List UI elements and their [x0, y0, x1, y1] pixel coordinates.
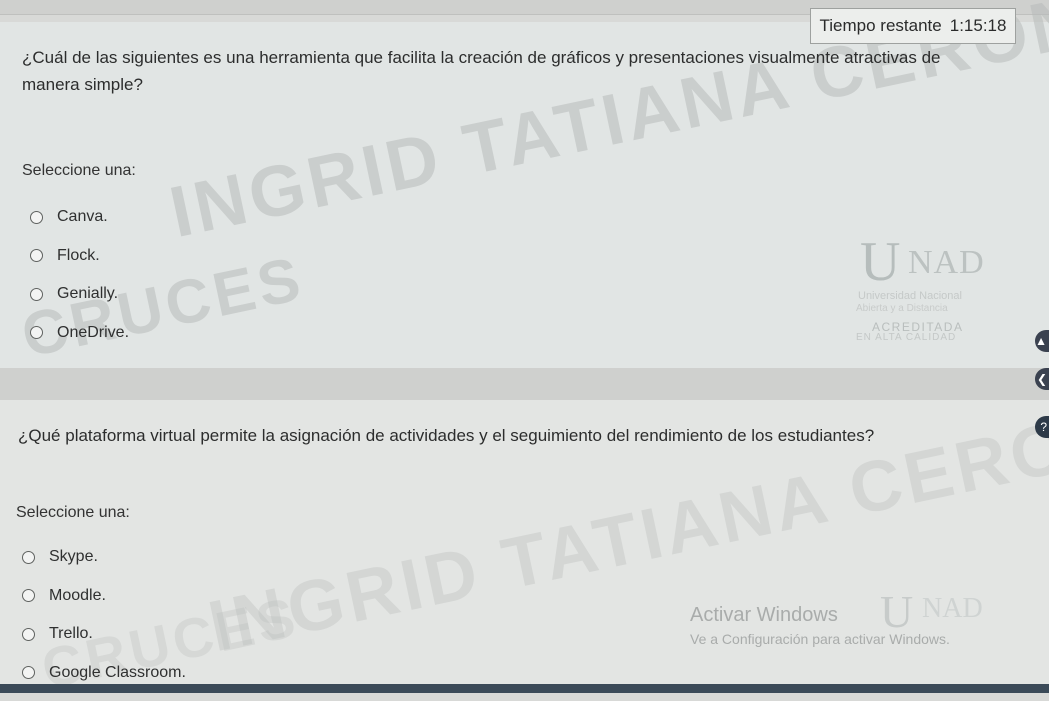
radio-button[interactable]: [22, 666, 35, 680]
option-label: OneDrive.: [57, 323, 130, 341]
radio-button[interactable]: [22, 550, 35, 564]
option-flock[interactable]: Flock.: [30, 237, 129, 276]
logo-quality: EN ALTA CALIDAD: [856, 332, 957, 343]
logo-university: Universidad Nacional: [858, 290, 962, 302]
option-label: Canva.: [57, 208, 108, 226]
question-2-prompt: Seleccione una:: [16, 504, 130, 521]
logo-accredited: ACREDITADA: [872, 320, 964, 334]
option-label: Flock.: [57, 246, 100, 264]
logo-subtitle: Abierta y a Distancia: [856, 303, 948, 314]
option-skype[interactable]: Skype.: [22, 538, 186, 577]
timer-value: 1:15:18: [949, 16, 1007, 35]
radio-button[interactable]: [30, 326, 43, 340]
option-label: Trello.: [49, 625, 93, 643]
option-genially[interactable]: Genially.: [30, 275, 129, 314]
chevron-up-icon: ▲: [1035, 334, 1047, 348]
option-trello[interactable]: Trello.: [22, 615, 186, 654]
question-2: INGRID TATIANA CERON CRUCES ¿Qué platafo…: [0, 395, 1049, 700]
option-label: Moodle.: [49, 586, 106, 604]
option-canva[interactable]: Canva.: [30, 198, 129, 237]
question-2-options: Skype. Moodle. Trello. Google Classroom.: [22, 538, 186, 692]
unad-logo: U NAD Universidad Nacional Abierta y a D…: [850, 210, 1020, 360]
question-1-text: ¿Cuál de las siguientes es una herramien…: [22, 48, 941, 94]
option-onedrive[interactable]: OneDrive.: [30, 314, 129, 353]
question-1-options: Canva. Flock. Genially. OneDrive.: [30, 198, 129, 352]
timer-label: Tiempo restante: [819, 16, 942, 35]
radio-button[interactable]: [30, 287, 43, 301]
question-2-text: ¿Qué plataforma virtual permite la asign…: [18, 426, 875, 445]
radio-button[interactable]: [30, 249, 43, 263]
question-1-prompt: Seleccione una:: [22, 162, 136, 179]
option-label: Skype.: [49, 548, 98, 566]
logo-nad: NAD: [908, 244, 985, 281]
question-1: INGRID TATIANA CERON CRUCES ¿Cuál de las…: [0, 0, 1049, 371]
option-moodle[interactable]: Moodle.: [22, 577, 186, 616]
help-icon: ?: [1040, 420, 1047, 434]
logo-u: U: [860, 231, 901, 293]
radio-button[interactable]: [22, 589, 35, 603]
question-separator: [0, 368, 1049, 400]
time-remaining: Tiempo restante 1:15:18: [810, 8, 1016, 44]
radio-button[interactable]: [22, 627, 35, 641]
option-label: Google Classroom.: [49, 663, 186, 681]
bottom-bar: [0, 684, 1049, 693]
option-label: Genially.: [57, 285, 119, 303]
chevron-left-icon: ❮: [1036, 372, 1047, 386]
radio-button[interactable]: [30, 210, 43, 224]
